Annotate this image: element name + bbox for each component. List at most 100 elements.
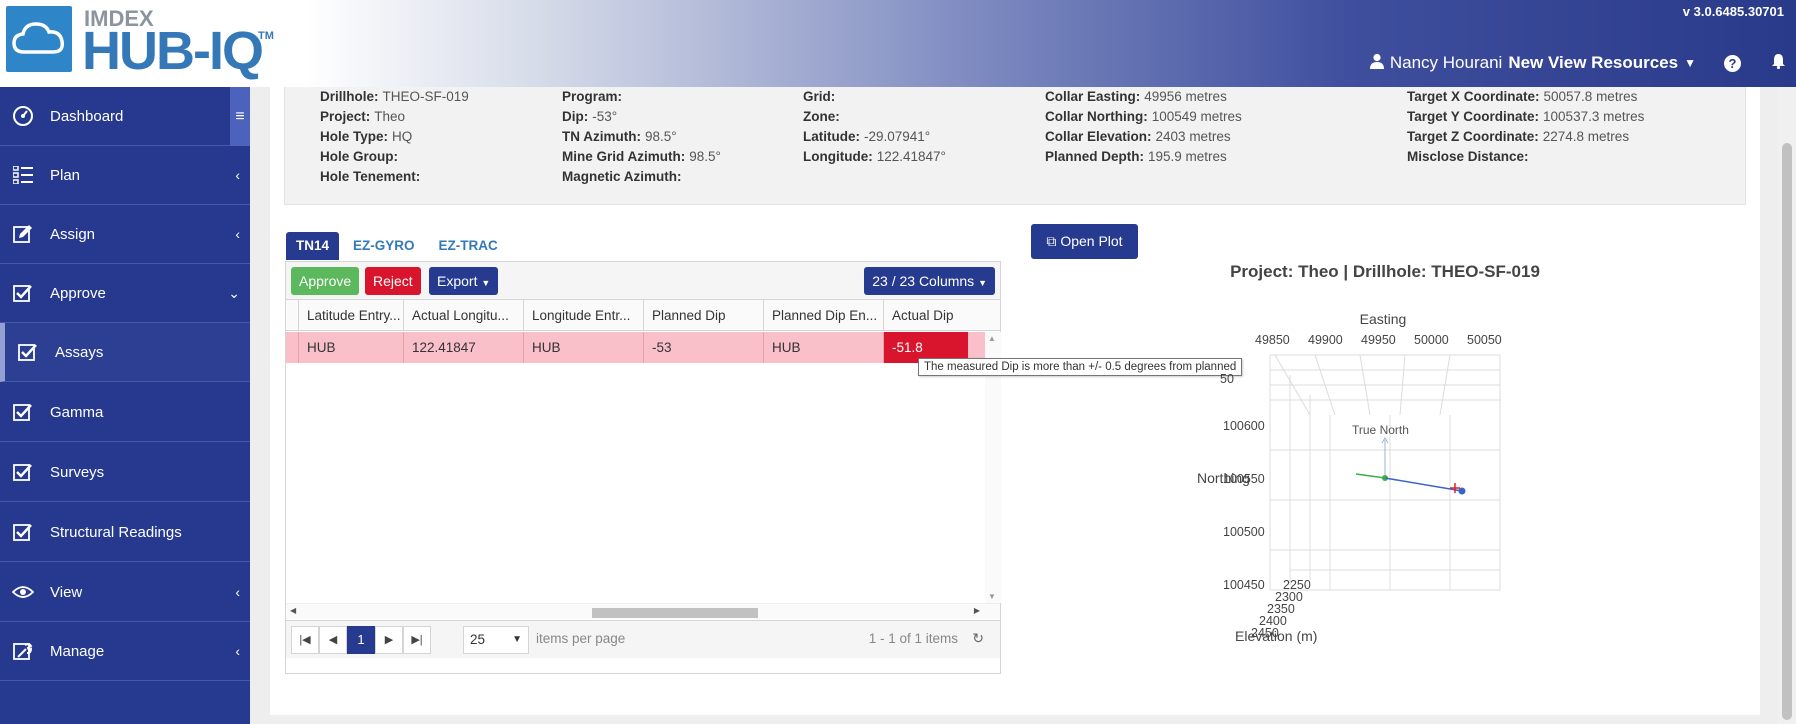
table-cell[interactable]: HUB [763,332,883,363]
column-header[interactable]: Actual Dip [883,300,968,331]
page-scrollbar[interactable] [1778,87,1796,724]
last-page-icon[interactable]: ▶| [403,626,431,654]
table-cell[interactable]: 122.41847 [403,332,523,363]
approve-button[interactable]: Approve [291,267,360,295]
scroll-left-icon[interactable]: ◀ [290,606,296,615]
sidebar-item-view[interactable]: View ‹ [0,563,250,622]
tick-label: 50050 [1467,333,1502,347]
chevron-left-icon: ‹ [235,226,240,242]
info-row: Magnetic Azimuth: [562,169,682,184]
tab-ez-trac[interactable]: EZ-TRAC [429,232,508,260]
eye-icon [12,581,34,603]
grid-header: Latitude Entry... Actual Longitu... Long… [286,300,1000,331]
info-row: Project: Theo [320,109,406,124]
sidebar-item-label: Manage [50,642,105,660]
info-column: Collar Easting: 49956 metres Collar North… [1045,87,1242,167]
elevation-label: Elevation (m) [1235,628,1317,644]
app-version: v 3.0.6485.30701 [1682,4,1784,19]
user-name[interactable]: Nancy Hourani [1390,53,1502,73]
sidebar-item-label: Structural Readings [50,523,182,541]
table-cell[interactable]: HUB [298,332,403,363]
column-header[interactable]: Latitude Entry... [298,300,403,331]
grid-horizontal-scrollbar[interactable]: ◀ ▶ [286,603,1000,619]
tick-label: 50 [1220,372,1234,386]
tick-label: 49850 [1255,333,1290,347]
page-size-select[interactable]: 25 ▼ [463,626,529,654]
column-header[interactable]: Longitude Entr... [523,300,643,331]
info-column: Target X Coordinate: 50057.8 metres Targe… [1407,87,1644,167]
tab-ez-gyro[interactable]: EZ-GYRO [343,232,425,260]
info-row: Target Z Coordinate: 2274.8 metres [1407,129,1630,144]
column-header[interactable]: Actual Longitu... [403,300,523,331]
scroll-down-icon[interactable]: ▼ [988,592,996,601]
info-row: Latitude: -29.07941° [803,129,931,144]
scroll-thumb[interactable] [1782,143,1792,720]
sidebar-item-label: Approve [50,284,106,302]
prev-page-icon[interactable]: ◀ [319,626,347,654]
sidebar-item-dashboard[interactable]: Dashboard ≡ [0,87,250,146]
open-plot-button[interactable]: ⧉ Open Plot [1031,224,1138,259]
info-column: Grid: Zone: Latitude: -29.07941° Longitud… [803,87,946,167]
info-column: Program: Dip: -53° TN Azimuth: 98.5° Mine … [562,87,721,187]
sidebar-item-manage[interactable]: Manage ‹ [0,622,250,681]
info-row: Collar Northing: 100549 metres [1045,109,1242,124]
column-header[interactable]: Planned Dip En... [763,300,883,331]
user-menu[interactable]: Nancy Hourani New View Resources ▼ ? [1369,52,1786,74]
info-row: TN Azimuth: 98.5° [562,129,677,144]
checkbox-icon [12,521,34,543]
main-content: Drillhole: THEO-SF-019 Project: Theo Hole … [270,87,1760,715]
chevron-down-icon: ⌄ [228,284,240,301]
org-name[interactable]: New View Resources [1508,53,1678,73]
sidebar-item-surveys[interactable]: Surveys [0,443,250,502]
easting-label: Easting [1360,311,1407,327]
drillhole-info-panel: Drillhole: THEO-SF-019 Project: Theo Hole … [284,87,1746,205]
columns-button[interactable]: 23 / 23 Columns ▼ [864,267,995,295]
tick-label: 100450 [1223,578,1265,592]
plot-title: Project: Theo | Drillhole: THEO-SF-019 [1230,262,1540,281]
drillhole-3d-plot[interactable]: Easting 49850 49900 49950 50000 50050 50… [1180,300,1530,650]
list-icon [12,164,34,186]
table-cell[interactable]: -53 [643,332,763,363]
sidebar-item-label: Assign [50,225,96,243]
chevron-left-icon: ‹ [235,167,240,183]
sidebar-item-approve[interactable]: Approve ⌄ [0,264,250,323]
scroll-thumb[interactable] [592,608,758,618]
next-page-icon[interactable]: ▶ [375,626,403,654]
columns-label: 23 / 23 Columns [872,273,975,289]
tick-label: 100600 [1223,419,1265,433]
first-page-icon[interactable]: |◀ [291,626,319,654]
sidebar-item-assign[interactable]: Assign ‹ [0,205,250,264]
sidebar-item-label: Assays [55,343,104,361]
chevron-left-icon: ‹ [235,643,240,659]
scroll-up-icon[interactable]: ▲ [988,334,996,343]
info-row: Mine Grid Azimuth: 98.5° [562,149,721,164]
tab-tn14[interactable]: TN14 [286,232,340,260]
caret-down-icon[interactable]: ▼ [1684,56,1696,70]
reject-button[interactable]: Reject [365,267,421,295]
help-icon[interactable]: ? [1724,54,1741,72]
app-header: IMDEX HUB-IQ TM v 3.0.6485.30701 Nancy H… [0,0,1796,87]
checkbox-icon [12,401,34,423]
wrench-icon [12,640,34,662]
column-header[interactable]: Planned Dip [643,300,763,331]
table-row[interactable]: HUB 122.41847 HUB -53 HUB -51.8 [286,332,985,363]
info-row: Longitude: 122.41847° [803,149,946,164]
page-number[interactable]: 1 [347,626,375,654]
user-icon [1369,53,1384,74]
scroll-right-icon[interactable]: ▶ [974,606,980,615]
info-row: Hole Tenement: [320,169,421,184]
sidebar-item-label: Plan [50,166,81,184]
sidebar-item-gamma[interactable]: Gamma [0,383,250,442]
info-row: Dip: -53° [562,109,618,124]
sidebar-item-plan[interactable]: Plan ‹ [0,146,250,205]
table-cell[interactable]: HUB [523,332,643,363]
menu-toggle-icon[interactable]: ≡ [230,87,250,146]
refresh-icon[interactable]: ↻ [972,630,984,647]
sidebar-item-structural-readings[interactable]: Structural Readings [0,503,250,562]
bell-icon[interactable] [1771,53,1786,74]
sidebar-item-assays[interactable]: Assays [0,323,250,382]
caret-down-icon: ▼ [512,634,522,645]
pager-info: 1 - 1 of 1 items [868,631,958,646]
edit-icon [12,223,34,245]
export-button[interactable]: Export ▼ [429,267,499,295]
